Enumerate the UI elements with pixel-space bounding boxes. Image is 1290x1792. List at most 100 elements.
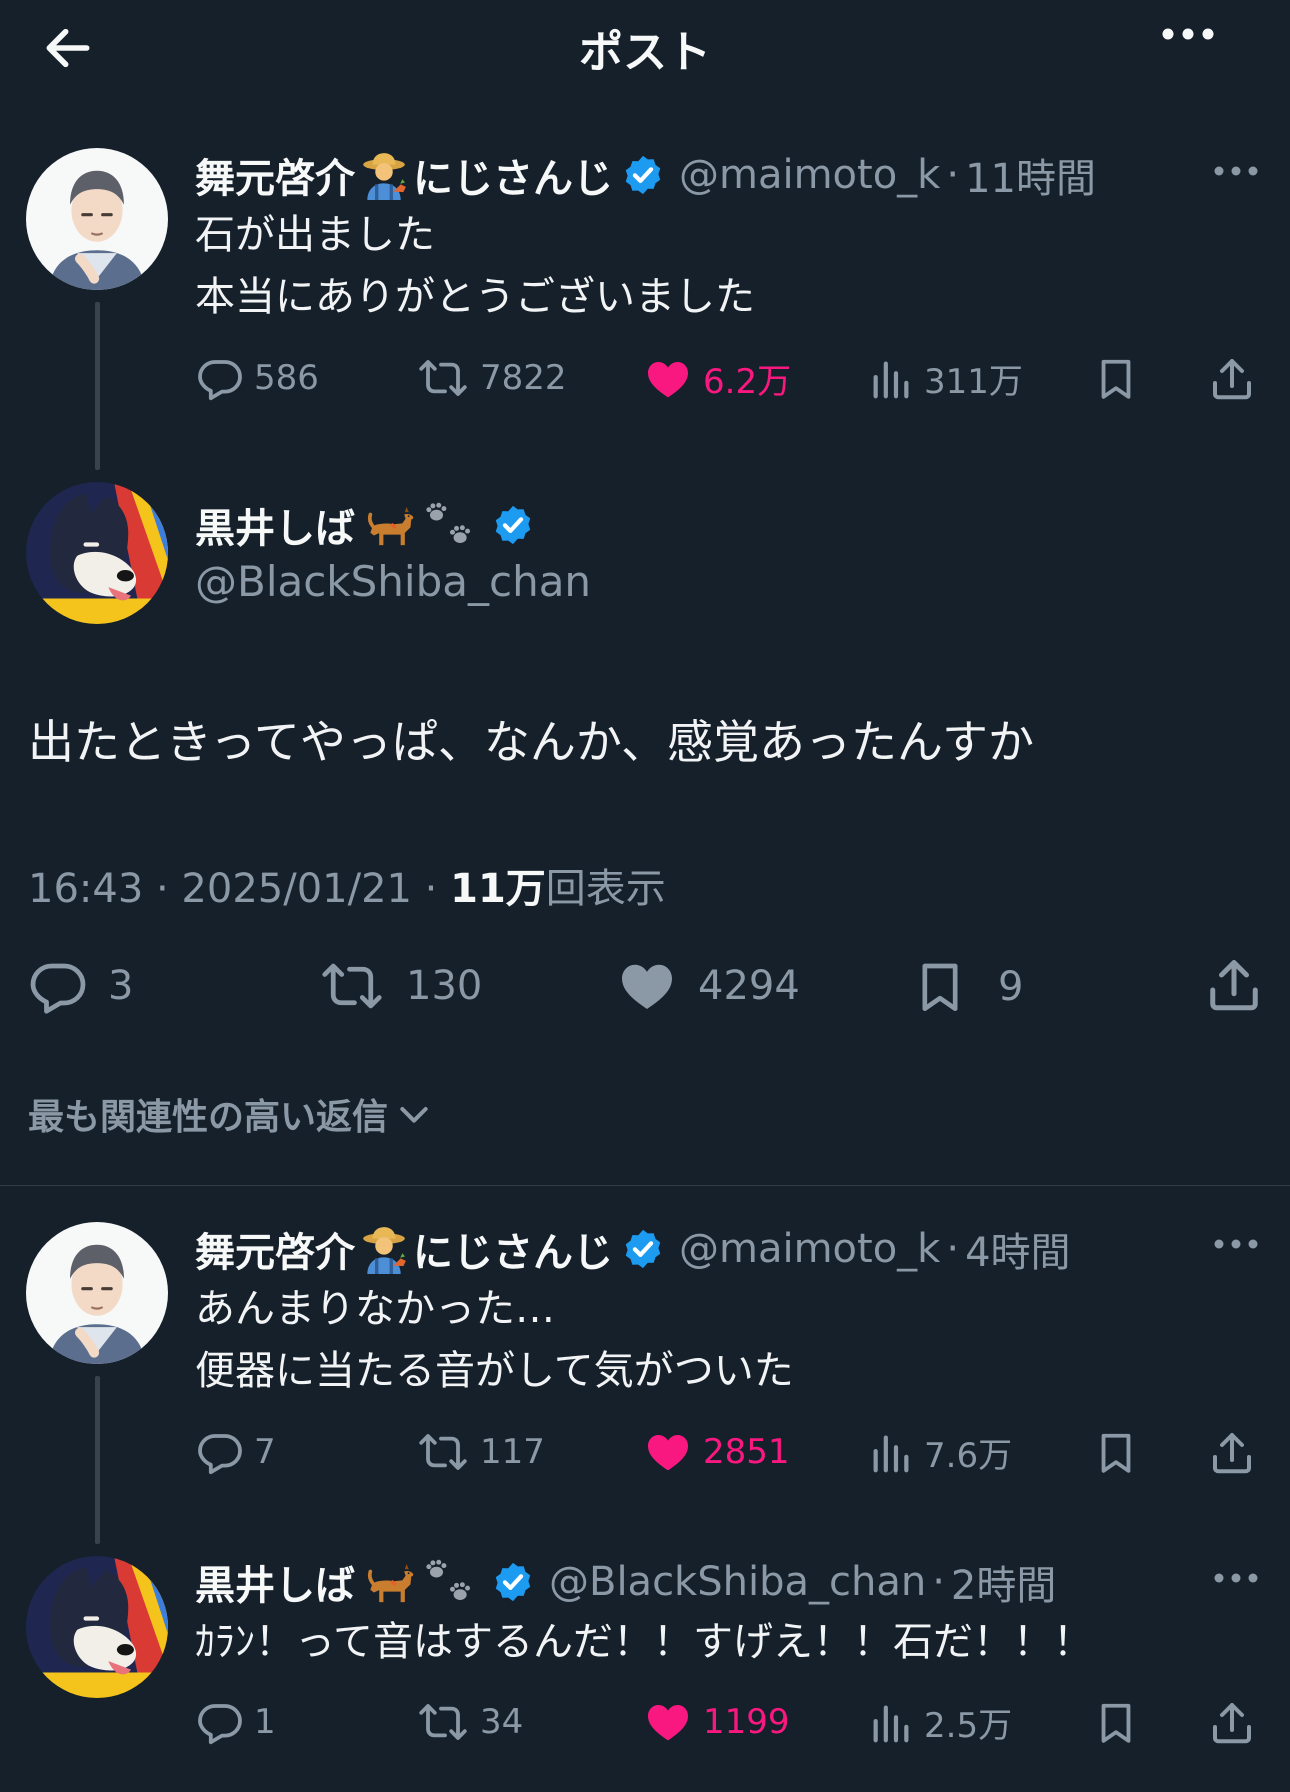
paw-prints-icon — [423, 498, 477, 552]
bookmark-icon — [912, 956, 968, 1018]
reply-button[interactable]: 3 — [28, 956, 133, 1016]
post-more-button[interactable] — [1212, 163, 1260, 182]
view-count: 2.5万 — [924, 1706, 1013, 1746]
verified-icon — [491, 503, 535, 547]
repost-count: 7822 — [480, 358, 567, 398]
like-button[interactable]: 6.2万 — [643, 354, 791, 403]
post-header: 黒井しば @BlackShiba_chan · 2時間 — [195, 1553, 1056, 1611]
post-text-line: 便器に当たる音がして気がついた — [195, 1348, 794, 1394]
view-count: 311万 — [924, 362, 1023, 402]
repost-count: 34 — [480, 1702, 524, 1742]
heart-icon — [616, 956, 678, 1016]
more-icon — [1214, 166, 1258, 176]
avatar[interactable] — [26, 148, 168, 290]
post-text: ｶﾗﾝ！って音はするんだ！！すげえ！！石だ！！！ — [195, 1619, 1093, 1665]
post-more-button[interactable] — [1212, 1570, 1260, 1589]
bookmark-icon — [1093, 354, 1139, 404]
share-button[interactable] — [1208, 1428, 1256, 1478]
bookmark-icon — [1093, 1428, 1139, 1478]
repost-button[interactable]: 34 — [416, 1698, 523, 1746]
reply-count: 3 — [108, 963, 134, 1009]
verified-icon — [491, 1560, 535, 1604]
repost-button[interactable]: 117 — [416, 1428, 545, 1476]
like-count: 4294 — [698, 963, 800, 1009]
more-icon — [1214, 1239, 1258, 1249]
dog-emoji-icon — [361, 497, 417, 553]
reply-count: 586 — [254, 358, 319, 398]
avatar[interactable] — [26, 1556, 168, 1698]
bookmark-button[interactable] — [1093, 1698, 1139, 1748]
post-timestamp[interactable]: 16:43 · 2025/01/21 · — [28, 866, 450, 912]
avatar[interactable] — [26, 1222, 168, 1364]
views-icon — [868, 355, 914, 403]
heart-icon — [643, 1428, 693, 1476]
more-options-button[interactable] — [1158, 24, 1248, 68]
separator: · — [946, 152, 960, 198]
thread-line — [95, 1376, 100, 1544]
reply-icon — [28, 956, 88, 1016]
verified-icon — [621, 1227, 665, 1271]
repost-button[interactable]: 130 — [318, 956, 482, 1016]
bookmark-icon — [1093, 1698, 1139, 1748]
post-text-line: 本当にありがとうございました — [195, 274, 755, 320]
separator: · — [932, 1559, 945, 1605]
reply-icon — [196, 354, 244, 402]
repost-icon — [416, 354, 470, 402]
repost-icon — [416, 1428, 470, 1476]
author-name[interactable]: 黒井しば — [195, 496, 355, 554]
avatar[interactable] — [26, 482, 168, 624]
view-count: 7.6万 — [924, 1436, 1013, 1476]
reply-sort-selector[interactable]: 最も関連性の高い返信 — [28, 1088, 434, 1140]
bookmark-button[interactable]: 9 — [912, 956, 1023, 1018]
author-handle[interactable]: @BlackShiba_chan — [549, 1559, 926, 1605]
author-handle[interactable]: @maimoto_k — [679, 152, 940, 198]
post-timestamp-row: 16:43 · 2025/01/21 · 11万回表示 — [28, 856, 666, 914]
like-count: 1199 — [703, 1702, 790, 1742]
post-time[interactable]: 4時間 — [965, 1220, 1070, 1278]
post-time[interactable]: 11時間 — [965, 146, 1096, 204]
reply-sort-label: 最も関連性の高い返信 — [28, 1097, 389, 1138]
post-time[interactable]: 2時間 — [951, 1553, 1056, 1611]
reply-button[interactable]: 1 — [196, 1698, 276, 1746]
views-button[interactable]: 2.5万 — [868, 1698, 1012, 1747]
views-button[interactable]: 7.6万 — [868, 1428, 1012, 1477]
like-button[interactable]: 1199 — [643, 1698, 790, 1746]
page-title: ポスト — [579, 27, 711, 78]
author-name-suffix[interactable]: にじさんじ — [413, 146, 613, 204]
share-button[interactable] — [1204, 954, 1264, 1016]
share-icon — [1208, 1428, 1256, 1478]
verified-icon — [621, 153, 665, 197]
reply-icon — [196, 1428, 244, 1476]
repost-icon — [318, 956, 386, 1016]
farmer-emoji-icon — [359, 1224, 409, 1274]
post-header: 黒井しば — [195, 496, 535, 554]
views-button[interactable]: 311万 — [868, 354, 1023, 403]
author-name-suffix[interactable]: にじさんじ — [413, 1220, 613, 1278]
like-count: 6.2万 — [703, 362, 792, 402]
like-button[interactable]: 4294 — [616, 956, 800, 1016]
share-icon — [1204, 954, 1264, 1016]
view-count: 11万 — [450, 866, 546, 912]
share-button[interactable] — [1208, 1698, 1256, 1748]
post-header: 舞元啓介 にじさんじ @maimoto_k · 4時間 — [195, 1220, 1071, 1278]
share-button[interactable] — [1208, 354, 1256, 404]
reply-button[interactable]: 586 — [196, 354, 319, 402]
heart-icon — [643, 1698, 693, 1746]
post-text: 出たときってやっぱ、なんか、感覚あったんすか — [28, 715, 1035, 769]
author-name[interactable]: 舞元啓介 — [195, 1220, 355, 1278]
share-icon — [1208, 1698, 1256, 1748]
reply-button[interactable]: 7 — [196, 1428, 276, 1476]
repost-count: 130 — [406, 963, 483, 1009]
dog-emoji-icon — [361, 1554, 417, 1610]
reply-count: 1 — [254, 1702, 276, 1742]
like-button[interactable]: 2851 — [643, 1428, 790, 1476]
post-more-button[interactable] — [1212, 1236, 1260, 1255]
author-name[interactable]: 舞元啓介 — [195, 146, 355, 204]
repost-button[interactable]: 7822 — [416, 354, 567, 402]
author-handle[interactable]: @BlackShiba_chan — [195, 557, 591, 606]
divider — [0, 1185, 1290, 1186]
author-handle[interactable]: @maimoto_k — [679, 1226, 940, 1272]
bookmark-button[interactable] — [1093, 1428, 1139, 1478]
author-name[interactable]: 黒井しば — [195, 1553, 355, 1611]
bookmark-button[interactable] — [1093, 354, 1139, 404]
